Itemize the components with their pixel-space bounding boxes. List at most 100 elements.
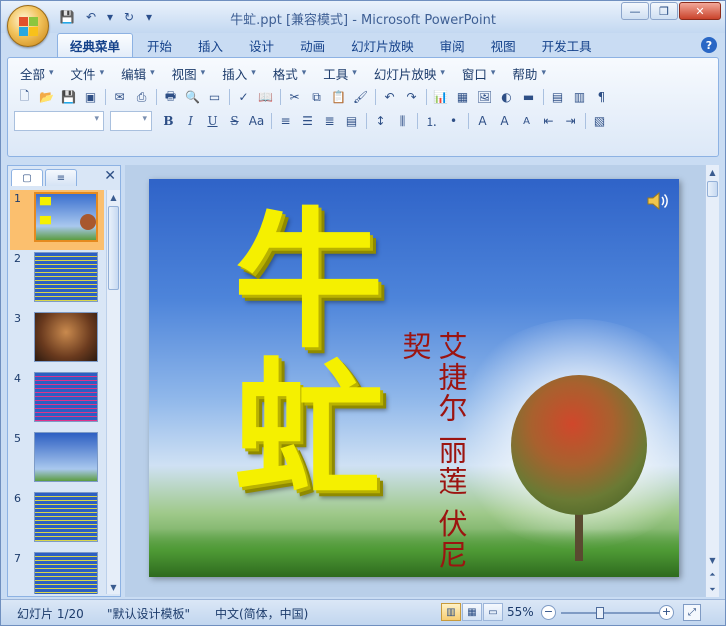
grow-font-icon[interactable]: A — [494, 111, 515, 131]
next-slide-icon[interactable]: ⏷ — [706, 583, 719, 597]
underline-button[interactable]: U — [202, 111, 223, 131]
tab-classic-menu[interactable]: 经典菜单 — [57, 33, 134, 57]
change-case-button[interactable]: Aa — [246, 111, 267, 131]
menu-insert[interactable]: 插入 — [214, 62, 265, 84]
language-indicator[interactable]: 中文(简体，中国) — [215, 605, 308, 622]
print-icon[interactable]: 🖶 — [160, 87, 181, 107]
print-preview-icon[interactable]: 🔍 — [182, 87, 203, 107]
menu-view[interactable]: 视图 — [164, 62, 215, 84]
new-slide-icon[interactable]: ▤ — [547, 87, 568, 107]
show-formatting-icon[interactable]: ¶ — [591, 87, 612, 107]
menu-tools[interactable]: 工具 — [315, 62, 366, 84]
layout-icon[interactable]: ▥ — [569, 87, 590, 107]
scrollbar-thumb[interactable] — [108, 206, 119, 290]
office-button[interactable] — [7, 5, 49, 47]
tab-animations[interactable]: 动画 — [288, 33, 337, 57]
slide-thumbnail-5[interactable]: 5 — [10, 430, 104, 490]
scrollbar-thumb[interactable] — [707, 181, 718, 197]
align-left-icon[interactable]: ≡ — [275, 111, 296, 131]
slide-title[interactable]: 牛虻 — [185, 201, 385, 501]
slide-thumbnail-4[interactable]: 4 — [10, 370, 104, 430]
redo-icon[interactable]: ↷ — [401, 87, 422, 107]
justify-icon[interactable]: ▤ — [341, 111, 362, 131]
help-icon[interactable]: ? — [701, 37, 717, 53]
font-name-select[interactable] — [14, 111, 104, 131]
scroll-up-icon[interactable]: ▲ — [706, 165, 719, 179]
font-color-icon[interactable]: A — [472, 111, 493, 131]
font-size-select[interactable] — [110, 111, 152, 131]
previous-slide-icon[interactable]: ⏶ — [706, 568, 719, 582]
zoom-slider[interactable] — [561, 607, 661, 619]
permission-icon[interactable]: ▣ — [80, 87, 101, 107]
menu-file[interactable]: 文件 — [63, 62, 114, 84]
slide-scrollbar[interactable]: ▲ ▼ ⏶ ⏷ — [705, 165, 719, 597]
slide-sorter-icon[interactable]: ▦ — [462, 603, 482, 621]
strikethrough-button[interactable]: S — [224, 111, 245, 131]
align-right-icon[interactable]: ≣ — [319, 111, 340, 131]
menu-slideshow[interactable]: 幻灯片放映 — [366, 62, 454, 84]
tab-insert[interactable]: 插入 — [186, 33, 235, 57]
menu-window[interactable]: 窗口 — [454, 62, 505, 84]
menu-all[interactable]: 全部 — [12, 62, 63, 84]
email-icon[interactable]: ✉ — [109, 87, 130, 107]
new-icon[interactable]: 🗋 — [14, 87, 35, 107]
decrease-indent-icon[interactable]: ⇤ — [538, 111, 559, 131]
tab-view[interactable]: 视图 — [479, 33, 528, 57]
zoom-level[interactable]: 55% — [507, 605, 534, 619]
slide-icon[interactable]: ▭ — [204, 87, 225, 107]
current-slide[interactable]: 牛虻 艾捷尔 丽莲 伏尼契 — [149, 179, 679, 577]
close-button[interactable]: ✕ — [679, 2, 721, 20]
minimize-button[interactable]: — — [621, 2, 649, 20]
tab-developer[interactable]: 开发工具 — [530, 33, 604, 57]
fit-to-window-icon[interactable]: ⤢ — [683, 604, 701, 621]
scroll-down-icon[interactable]: ▼ — [706, 553, 719, 567]
slide-thumbnail-2[interactable]: 2 — [10, 250, 104, 310]
slide-author[interactable]: 艾捷尔 丽莲 伏尼契 — [398, 331, 469, 577]
slides-tab-icon[interactable]: ▢ — [11, 169, 43, 186]
bold-button[interactable]: B — [158, 111, 179, 131]
tab-slideshow[interactable]: 幻灯片放映 — [339, 33, 426, 57]
save-icon[interactable]: 💾 — [58, 87, 79, 107]
menu-format[interactable]: 格式 — [265, 62, 316, 84]
color-grayscale-icon[interactable]: ◐ — [496, 87, 517, 107]
restore-button[interactable]: ❐ — [650, 2, 678, 20]
increase-indent-icon[interactable]: ⇥ — [560, 111, 581, 131]
italic-button[interactable]: I — [180, 111, 201, 131]
close-pane-icon[interactable]: ✕ — [104, 168, 116, 184]
bullets-icon[interactable]: • — [443, 111, 464, 131]
scroll-up-icon[interactable]: ▲ — [107, 190, 120, 204]
align-center-icon[interactable]: ☰ — [297, 111, 318, 131]
cut-icon[interactable]: ✂ — [284, 87, 305, 107]
picture-icon[interactable]: 🖼 — [474, 87, 495, 107]
numbering-icon[interactable]: ⒈ — [421, 111, 442, 131]
tab-review[interactable]: 审阅 — [428, 33, 477, 57]
paste-icon[interactable]: 📋 — [328, 87, 349, 107]
slide-thumbnail-1[interactable]: 1 ▀ ▀ — [10, 190, 104, 250]
copy-icon[interactable]: ⧉ — [306, 87, 327, 107]
columns-icon[interactable]: ⫼ — [392, 111, 413, 131]
fill-color-icon[interactable]: ▬ — [518, 87, 539, 107]
outline-tab-icon[interactable]: ≡ — [45, 169, 77, 186]
undo-icon[interactable]: ↶ — [379, 87, 400, 107]
slide-thumbnail-6[interactable]: 6 — [10, 490, 104, 550]
line-spacing-icon[interactable]: ↕ — [370, 111, 391, 131]
shrink-font-icon[interactable]: A — [516, 111, 537, 131]
research-icon[interactable]: 📖 — [255, 87, 276, 107]
scroll-down-icon[interactable]: ▼ — [107, 580, 120, 594]
tab-design[interactable]: 设计 — [237, 33, 286, 57]
slide-thumbnail-3[interactable]: 3 — [10, 310, 104, 370]
spelling-icon[interactable]: ✓ — [233, 87, 254, 107]
format-painter-icon[interactable]: 🖌 — [350, 87, 371, 107]
normal-view-icon[interactable]: ▥ — [441, 603, 461, 621]
zoom-slider-thumb[interactable] — [596, 607, 604, 619]
menu-help[interactable]: 帮助 — [504, 62, 555, 84]
slide-thumbnail-7[interactable]: 7 — [10, 550, 104, 594]
chart-icon[interactable]: 📊 — [430, 87, 451, 107]
table-icon[interactable]: ▦ — [452, 87, 473, 107]
speaker-icon[interactable] — [645, 189, 669, 213]
zoom-in-icon[interactable]: + — [659, 605, 674, 620]
open-icon[interactable]: 📂 — [36, 87, 57, 107]
menu-edit[interactable]: 编辑 — [113, 62, 164, 84]
zoom-out-icon[interactable]: − — [541, 605, 556, 620]
publish-icon[interactable]: ⎙ — [131, 87, 152, 107]
